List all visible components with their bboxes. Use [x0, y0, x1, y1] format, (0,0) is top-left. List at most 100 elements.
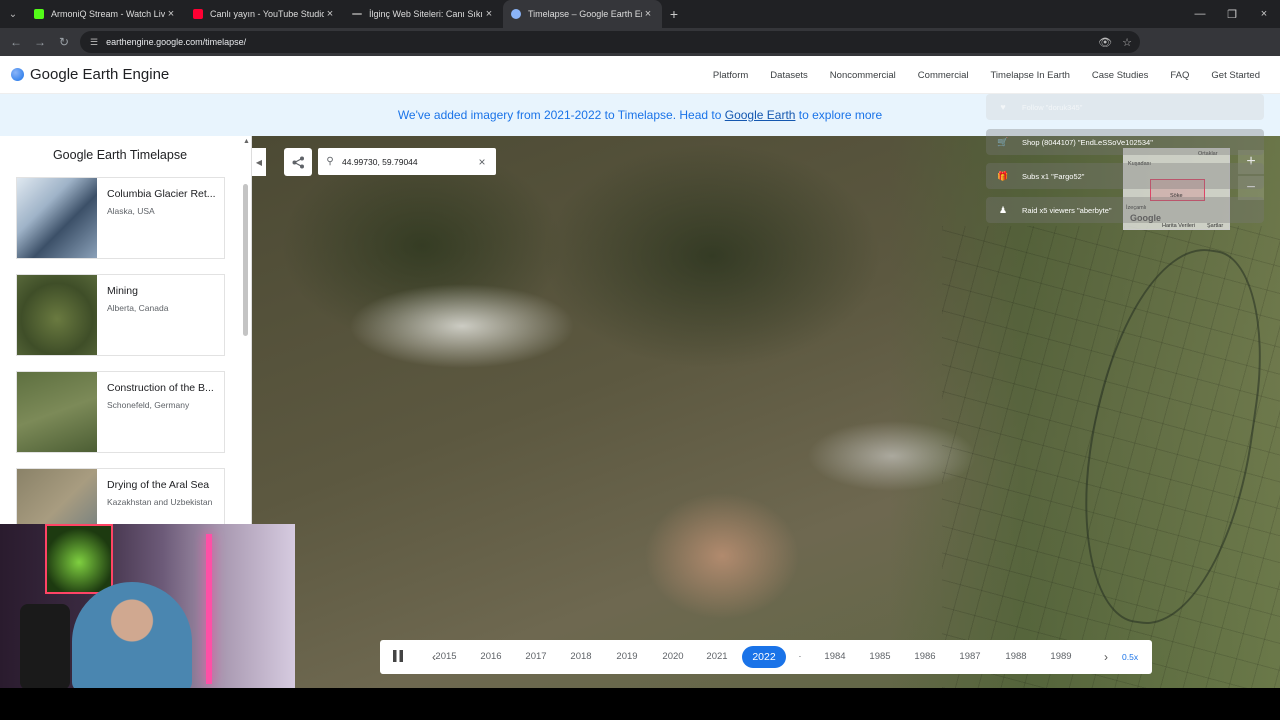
nav-commercial[interactable]: Commercial	[918, 70, 969, 81]
clear-search-icon[interactable]: ×	[472, 155, 492, 169]
card-subtitle: Alaska, USA	[107, 206, 155, 216]
gift-icon: 🎁	[997, 170, 1009, 181]
back-icon[interactable]: ←	[4, 28, 28, 56]
year-2016[interactable]: 2016	[471, 640, 511, 674]
nav-noncommercial[interactable]: Noncommercial	[830, 70, 896, 81]
year-1985[interactable]: 1985	[860, 640, 900, 674]
nav-datasets[interactable]: Datasets	[770, 70, 808, 81]
year-2021[interactable]: 2021	[697, 640, 737, 674]
streamer	[72, 582, 192, 690]
browser-tab-bar: ⌄ ArmoniQ Stream - Watch Live o × Canlı …	[0, 0, 1280, 28]
collapse-panel-icon[interactable]: ◀	[252, 148, 266, 176]
card-title: Construction of the B...	[107, 382, 214, 394]
tab-title: Canlı yayın - YouTube Studio	[210, 9, 324, 19]
coordinates-input[interactable]	[342, 156, 472, 167]
youtube-favicon-icon	[193, 9, 203, 19]
panel-scrollbar[interactable]	[243, 184, 248, 336]
next-year-icon[interactable]: ›	[1098, 640, 1114, 674]
timelapse-card[interactable]: Construction of the B... Schonefeld, Ger…	[16, 371, 225, 453]
browser-tab[interactable]: Canlı yayın - YouTube Studio ×	[185, 0, 344, 28]
close-tab-icon[interactable]: ×	[642, 8, 654, 20]
alert-text: Subs x1 "Fargo52"	[1022, 171, 1085, 181]
kick-favicon-icon	[34, 9, 44, 19]
logo-text: Google Earth Engine	[30, 66, 170, 83]
browser-tab-active[interactable]: Timelapse – Google Earth Engine ×	[503, 0, 662, 28]
year-1988[interactable]: 1988	[996, 640, 1036, 674]
share-button[interactable]	[284, 148, 312, 176]
timelapse-card[interactable]: Mining Alberta, Canada	[16, 274, 225, 356]
share-icon	[292, 156, 304, 168]
reload-icon[interactable]: ↻	[52, 28, 76, 56]
restore-icon[interactable]: ❐	[1216, 0, 1248, 28]
site-logo[interactable]: Google Earth Engine	[11, 66, 169, 83]
panel-scroll-up-icon[interactable]: ▲	[243, 138, 250, 145]
eye-icon[interactable]: 👁	[1098, 36, 1112, 49]
alert-text: Raid x5 viewers "aberbyte"	[1022, 205, 1112, 215]
card-subtitle: Schonefeld, Germany	[107, 400, 190, 410]
timelapse-card[interactable]: Drying of the Aral Sea Kazakhstan and Uz…	[16, 468, 225, 526]
browser-toolbar: ← → ↻ ☰ earthengine.google.com/timelapse…	[0, 28, 1280, 77]
close-tab-icon[interactable]: ×	[324, 8, 336, 20]
year-2017[interactable]: 2017	[516, 640, 556, 674]
window-controls: — ❐ ×	[1184, 0, 1280, 28]
tab-search-chevron-icon[interactable]: ⌄	[0, 0, 26, 28]
stream-alert: 🎁 Subs x1 "Fargo52"	[986, 163, 1264, 189]
year-2018[interactable]: 2018	[561, 640, 601, 674]
nav-get-started[interactable]: Get Started	[1211, 70, 1260, 81]
banner-text-after: to explore more	[795, 108, 883, 122]
address-bar[interactable]: ☰ earthengine.google.com/timelapse/ 👁 ☆	[80, 31, 1140, 53]
card-title: Columbia Glacier Ret...	[107, 188, 216, 200]
tab-title: İlginç Web Siteleri: Canı Sıkılanla	[369, 9, 483, 19]
aral-sea-thumbnail	[17, 469, 97, 526]
year-1989[interactable]: 1989	[1041, 640, 1081, 674]
stream-alert: ♟ Raid x5 viewers "aberbyte"	[986, 197, 1264, 223]
year-2015[interactable]: 2015	[426, 640, 466, 674]
location-search: ⚲ ×	[318, 148, 496, 175]
browser-tab[interactable]: ArmoniQ Stream - Watch Live o ×	[26, 0, 185, 28]
year-1984[interactable]: 1984	[815, 640, 855, 674]
site-header: Google Earth Engine Platform Datasets No…	[0, 56, 1280, 94]
card-subtitle: Kazakhstan and Uzbekistan	[107, 497, 213, 507]
timelapse-timeline: ‹ 2015 2016 2017 2018 2019 2020 2021 202…	[380, 640, 1152, 674]
banner-text-before: We've added imagery from 2021-2022 to Ti…	[397, 108, 725, 122]
map-data-link[interactable]: Harita Verileri	[1162, 223, 1195, 229]
year-1987[interactable]: 1987	[950, 640, 990, 674]
year-separator: ·	[798, 651, 802, 662]
nav-case-studies[interactable]: Case Studies	[1092, 70, 1149, 81]
google-earth-link[interactable]: Google Earth	[725, 108, 796, 122]
card-title: Drying of the Aral Sea	[107, 479, 210, 491]
timelapse-card[interactable]: Columbia Glacier Ret... Alaska, USA	[16, 177, 225, 259]
year-1986[interactable]: 1986	[905, 640, 945, 674]
close-tab-icon[interactable]: ×	[483, 8, 495, 20]
tab-title: ArmoniQ Stream - Watch Live o	[51, 9, 165, 19]
nav-faq[interactable]: FAQ	[1170, 70, 1189, 81]
alert-text: Shop (8044107) "EndLeSSoVe102534"	[1022, 137, 1153, 147]
search-icon: ⚲	[326, 156, 334, 167]
page-favicon-icon	[352, 13, 362, 15]
neon-light	[206, 534, 212, 684]
stream-alert: ♥ Follow "doruk345"	[986, 94, 1264, 120]
top-navigation: Platform Datasets Noncommercial Commerci…	[691, 70, 1260, 81]
year-2019[interactable]: 2019	[607, 640, 647, 674]
gaming-chair	[20, 604, 70, 690]
stream-alert: 🛒 Shop (8044107) "EndLeSSoVe102534"	[986, 129, 1264, 155]
bookmark-star-icon[interactable]: ☆	[1122, 36, 1132, 49]
timelapse-side-panel: ▲ Google Earth Timelapse Columbia Glacie…	[0, 136, 252, 526]
terms-link[interactable]: Şartlar	[1207, 223, 1223, 229]
browser-tab[interactable]: İlginç Web Siteleri: Canı Sıkılanla ×	[344, 0, 503, 28]
new-tab-icon[interactable]: +	[662, 6, 686, 22]
cart-icon: 🛒	[997, 136, 1009, 147]
minimize-icon[interactable]: —	[1184, 0, 1216, 28]
pause-button[interactable]	[380, 649, 416, 665]
playback-speed[interactable]: 0.5x	[1122, 640, 1138, 674]
nav-platform[interactable]: Platform	[713, 70, 748, 81]
close-window-icon[interactable]: ×	[1248, 0, 1280, 28]
year-2020[interactable]: 2020	[653, 640, 693, 674]
nav-timelapse-in-earth[interactable]: Timelapse In Earth	[990, 70, 1069, 81]
close-tab-icon[interactable]: ×	[165, 8, 177, 20]
earth-engine-logo-icon	[11, 68, 24, 81]
site-info-icon[interactable]: ☰	[90, 37, 98, 48]
forward-icon[interactable]: →	[28, 28, 52, 56]
pause-icon	[393, 649, 403, 662]
joker-poster	[45, 524, 113, 594]
